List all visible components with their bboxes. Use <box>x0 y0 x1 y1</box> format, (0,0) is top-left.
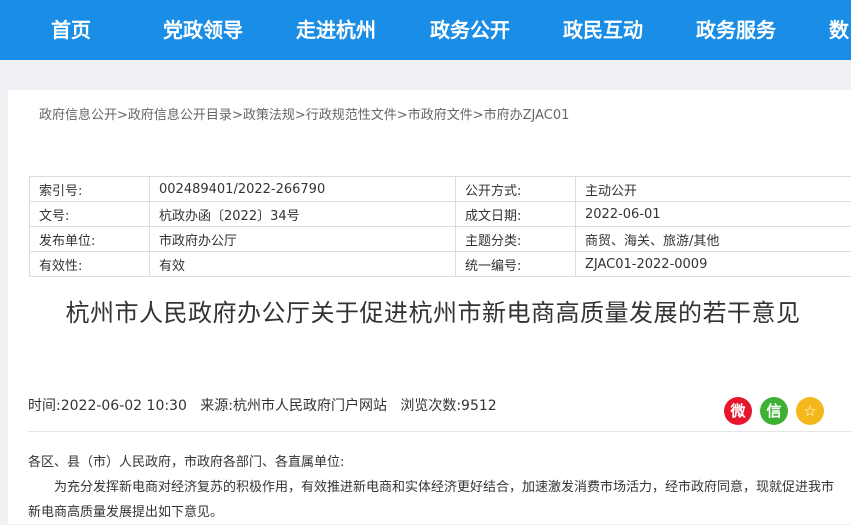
table-row: 有效性: 有效 统一编号: ZJAC01-2022-0009 <box>30 252 851 277</box>
source-label: 来源: <box>200 398 233 414</box>
meta-key: 公开方式: <box>456 177 576 202</box>
table-row: 文号: 杭政办函〔2022〕34号 成文日期: 2022-06-01 <box>30 202 851 227</box>
breadcrumb-separator: > <box>295 108 306 123</box>
breadcrumb-separator: > <box>397 108 408 123</box>
meta-key: 主题分类: <box>456 227 576 252</box>
breadcrumb-separator: > <box>473 108 484 123</box>
meta-key: 发布单位: <box>30 227 150 252</box>
view-count: 9512 <box>461 398 497 414</box>
nav-item-public-affairs[interactable]: 政务公开 <box>430 0 510 60</box>
meta-value: 杭政办函〔2022〕34号 <box>150 202 456 227</box>
breadcrumb-item[interactable]: 行政规范性文件 <box>306 108 397 123</box>
meta-value: 002489401/2022-266790 <box>150 177 456 202</box>
article-title: 杭州市人民政府办公厅关于促进杭州市新电商高质量发展的若干意见 <box>48 290 818 337</box>
meta-value: 商贸、海关、旅游/其他 <box>576 227 851 252</box>
views-label: 浏览次数: <box>400 398 461 414</box>
breadcrumb-item[interactable]: 市府办ZJAC01 <box>484 108 570 123</box>
top-navigation: 首页 党政领导 走进杭州 政务公开 政民互动 政务服务 数 <box>0 0 851 60</box>
meta-value: ZJAC01-2022-0009 <box>576 252 851 277</box>
meta-key: 文号: <box>30 202 150 227</box>
salutation: 各区、县（市）人民政府，市政府各部门、各直属单位: <box>28 450 840 475</box>
meta-key: 统一编号: <box>456 252 576 277</box>
article-info-bar: 时间:2022-06-02 10:30 来源:杭州市人民政府门户网站 浏览次数:… <box>28 395 497 415</box>
breadcrumb-item[interactable]: 政府信息公开目录 <box>128 108 232 123</box>
nav-item-services[interactable]: 政务服务 <box>696 0 776 60</box>
divider <box>28 431 851 432</box>
breadcrumb: 政府信息公开>政府信息公开目录>政策法规>行政规范性文件>市政府文件>市府办ZJ… <box>39 104 569 123</box>
breadcrumb-item[interactable]: 政策法规 <box>243 108 295 123</box>
meta-key: 有效性: <box>30 252 150 277</box>
nav-item-home[interactable]: 首页 <box>51 0 91 60</box>
paragraph: 为充分发挥新电商对经济复苏的积极作用，有效推进新电商和实体经济更好结合，加速激发… <box>28 475 840 525</box>
document-metadata-table: 索引号: 002489401/2022-266790 公开方式: 主动公开 文号… <box>29 176 851 277</box>
meta-value: 主动公开 <box>576 177 851 202</box>
main-content: 政府信息公开>政府信息公开目录>政策法规>行政规范性文件>市政府文件>市府办ZJ… <box>8 90 851 524</box>
wechat-icon[interactable]: 信 <box>760 397 788 425</box>
weibo-icon[interactable]: 微 <box>724 397 752 425</box>
nav-item-data[interactable]: 数 <box>829 0 849 60</box>
publish-time: 2022-06-02 10:30 <box>61 398 187 414</box>
source-value: 杭州市人民政府门户网站 <box>233 398 387 414</box>
meta-value: 2022-06-01 <box>576 202 851 227</box>
table-row: 索引号: 002489401/2022-266790 公开方式: 主动公开 <box>30 177 851 202</box>
nav-item-about-hangzhou[interactable]: 走进杭州 <box>296 0 376 60</box>
time-label: 时间: <box>28 398 61 414</box>
breadcrumb-separator: > <box>117 108 128 123</box>
nav-item-leaders[interactable]: 党政领导 <box>163 0 243 60</box>
article-body: 各区、县（市）人民政府，市政府各部门、各直属单位: 为充分发挥新电商对经济复苏的… <box>28 450 840 525</box>
meta-key: 成文日期: <box>456 202 576 227</box>
breadcrumb-item[interactable]: 政府信息公开 <box>39 108 117 123</box>
star-icon[interactable]: ☆ <box>796 397 824 425</box>
meta-value: 有效 <box>150 252 456 277</box>
table-row: 发布单位: 市政府办公厅 主题分类: 商贸、海关、旅游/其他 <box>30 227 851 252</box>
meta-key: 索引号: <box>30 177 150 202</box>
breadcrumb-separator: > <box>232 108 243 123</box>
nav-item-interaction[interactable]: 政民互动 <box>563 0 643 60</box>
meta-value: 市政府办公厅 <box>150 227 456 252</box>
breadcrumb-item[interactable]: 市政府文件 <box>408 108 473 123</box>
